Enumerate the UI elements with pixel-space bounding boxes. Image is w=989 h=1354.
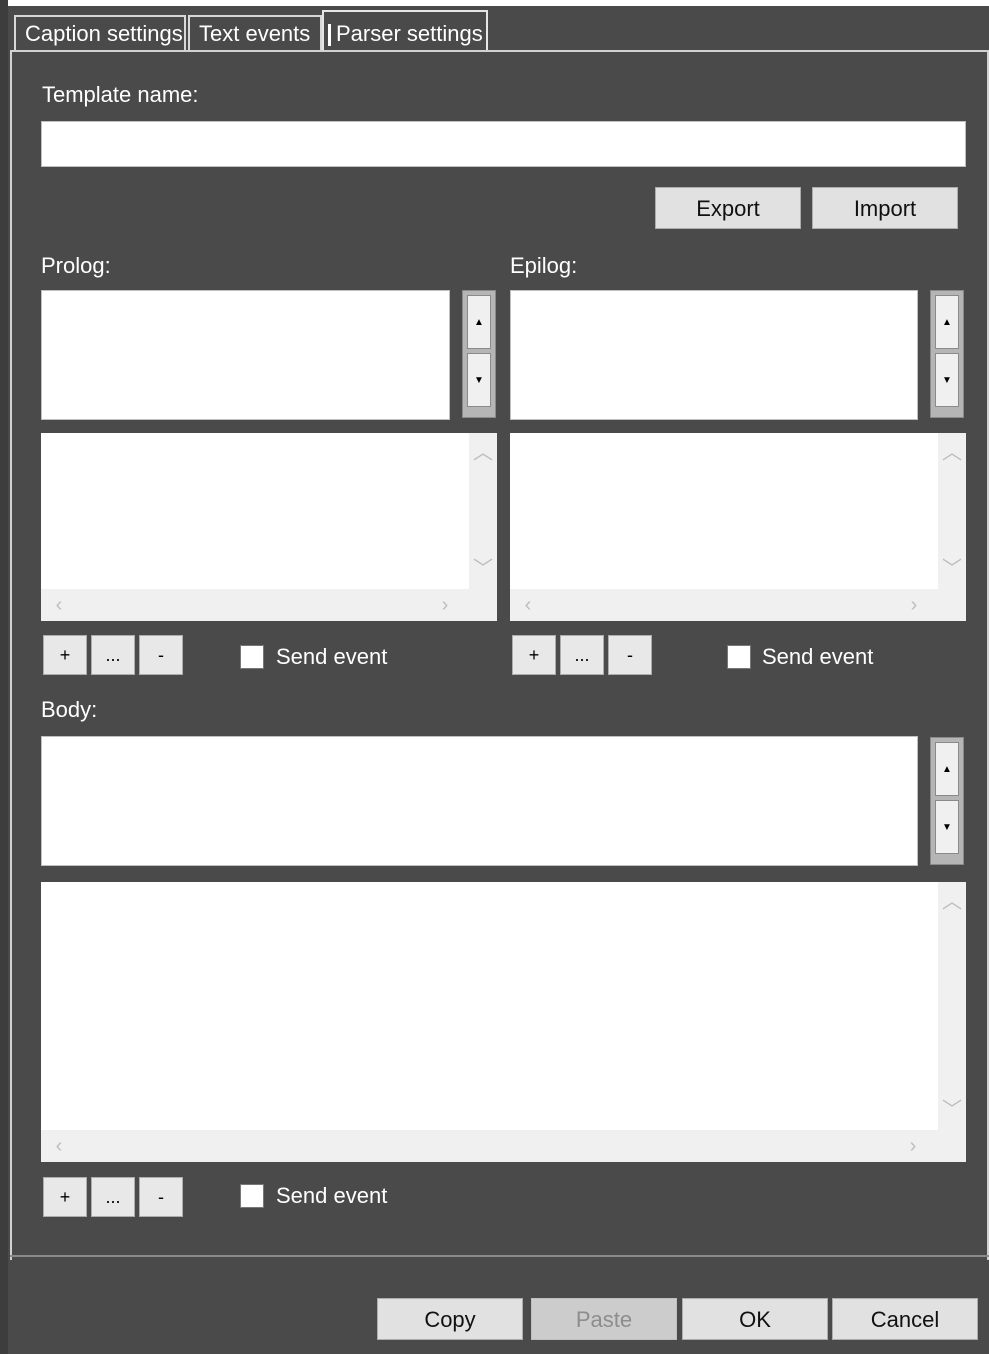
body-label: Body: bbox=[41, 697, 98, 722]
prolog-button-group: + ... - bbox=[43, 635, 185, 675]
export-button[interactable]: Export bbox=[655, 187, 801, 229]
caret-down-icon: ▼ bbox=[942, 375, 952, 386]
epilog-label: Epilog: bbox=[510, 253, 578, 278]
prolog-label: Prolog: bbox=[41, 253, 111, 278]
prolog-reorder-control: ▲ ▼ bbox=[462, 290, 496, 418]
template-name-label: Template name: bbox=[42, 82, 199, 107]
epilog-remove-button[interactable]: - bbox=[608, 635, 652, 675]
prolog-list[interactable]: ︿ ﹀ ‹ › bbox=[41, 433, 497, 621]
prolog-vertical-scrollbar[interactable]: ︿ ﹀ bbox=[469, 433, 497, 589]
epilog-list[interactable]: ︿ ﹀ ‹ › bbox=[510, 433, 966, 621]
chevron-up-icon[interactable]: ︿ bbox=[942, 892, 962, 912]
ok-button[interactable]: OK bbox=[682, 1298, 828, 1340]
body-list[interactable]: ︿ ﹀ ‹ › bbox=[41, 882, 966, 1162]
epilog-edit-button[interactable]: ... bbox=[560, 635, 604, 675]
epilog-reorder-control: ▲ ▼ bbox=[930, 290, 964, 418]
prolog-send-event-label: Send event bbox=[276, 644, 388, 669]
chevron-up-icon[interactable]: ︿ bbox=[942, 443, 962, 463]
chevron-left-icon[interactable]: ‹ bbox=[49, 595, 69, 615]
body-vertical-scrollbar[interactable]: ︿ ﹀ bbox=[938, 882, 966, 1130]
body-move-down-button[interactable]: ▼ bbox=[935, 800, 959, 854]
template-name-input[interactable] bbox=[41, 121, 966, 167]
tab-text-events[interactable]: Text events bbox=[188, 15, 322, 51]
chevron-down-icon[interactable]: ﹀ bbox=[473, 559, 493, 579]
epilog-horizontal-scrollbar[interactable]: ‹ › bbox=[510, 589, 966, 621]
body-entry-box[interactable] bbox=[41, 736, 918, 866]
import-button[interactable]: Import bbox=[812, 187, 958, 229]
body-reorder-control: ▲ ▼ bbox=[930, 737, 964, 865]
body-move-up-button[interactable]: ▲ bbox=[935, 742, 959, 796]
prolog-entry-box[interactable] bbox=[41, 290, 450, 420]
body-horizontal-scrollbar[interactable]: ‹ › bbox=[41, 1130, 966, 1162]
tab-caption-settings[interactable]: Caption settings bbox=[14, 15, 186, 51]
tab-panel-divider bbox=[10, 1255, 989, 1257]
body-send-event-label: Send event bbox=[276, 1183, 388, 1208]
chevron-left-icon[interactable]: ‹ bbox=[49, 1136, 69, 1156]
caret-up-icon: ▲ bbox=[942, 317, 952, 328]
prolog-remove-button[interactable]: - bbox=[139, 635, 183, 675]
chevron-right-icon[interactable]: › bbox=[903, 1136, 923, 1156]
epilog-entry-box[interactable] bbox=[510, 290, 918, 420]
window-left-edge bbox=[0, 0, 8, 1354]
caret-down-icon: ▼ bbox=[942, 822, 952, 833]
caret-down-icon: ▼ bbox=[474, 375, 484, 386]
prolog-horizontal-scrollbar[interactable]: ‹ › bbox=[41, 589, 497, 621]
paste-button[interactable]: Paste bbox=[531, 1298, 677, 1340]
prolog-add-button[interactable]: + bbox=[43, 635, 87, 675]
chevron-right-icon[interactable]: › bbox=[435, 595, 455, 615]
epilog-move-up-button[interactable]: ▲ bbox=[935, 295, 959, 349]
epilog-send-event-label: Send event bbox=[762, 644, 874, 669]
body-button-group: + ... - bbox=[43, 1177, 185, 1217]
epilog-move-down-button[interactable]: ▼ bbox=[935, 353, 959, 407]
cancel-button[interactable]: Cancel bbox=[832, 1298, 978, 1340]
caret-up-icon: ▲ bbox=[474, 317, 484, 328]
epilog-vertical-scrollbar[interactable]: ︿ ﹀ bbox=[938, 433, 966, 589]
chevron-right-icon[interactable]: › bbox=[904, 595, 924, 615]
chevron-up-icon[interactable]: ︿ bbox=[473, 443, 493, 463]
tab-parser-settings[interactable]: Parser settings bbox=[322, 10, 488, 52]
prolog-move-up-button[interactable]: ▲ bbox=[467, 295, 491, 349]
chevron-down-icon[interactable]: ﹀ bbox=[942, 1100, 962, 1120]
tab-parser-settings-label: Parser settings bbox=[336, 21, 483, 46]
body-remove-button[interactable]: - bbox=[139, 1177, 183, 1217]
epilog-send-event-checkbox[interactable] bbox=[727, 645, 751, 669]
body-add-button[interactable]: + bbox=[43, 1177, 87, 1217]
prolog-send-event-checkbox[interactable] bbox=[240, 645, 264, 669]
copy-button[interactable]: Copy bbox=[377, 1298, 523, 1340]
caret-up-icon: ▲ bbox=[942, 764, 952, 775]
prolog-move-down-button[interactable]: ▼ bbox=[467, 353, 491, 407]
chevron-down-icon[interactable]: ﹀ bbox=[942, 559, 962, 579]
body-send-event-checkbox[interactable] bbox=[240, 1184, 264, 1208]
epilog-add-button[interactable]: + bbox=[512, 635, 556, 675]
chevron-left-icon[interactable]: ‹ bbox=[518, 595, 538, 615]
epilog-button-group: + ... - bbox=[512, 635, 654, 675]
prolog-edit-button[interactable]: ... bbox=[91, 635, 135, 675]
top-strip bbox=[0, 0, 989, 6]
body-edit-button[interactable]: ... bbox=[91, 1177, 135, 1217]
